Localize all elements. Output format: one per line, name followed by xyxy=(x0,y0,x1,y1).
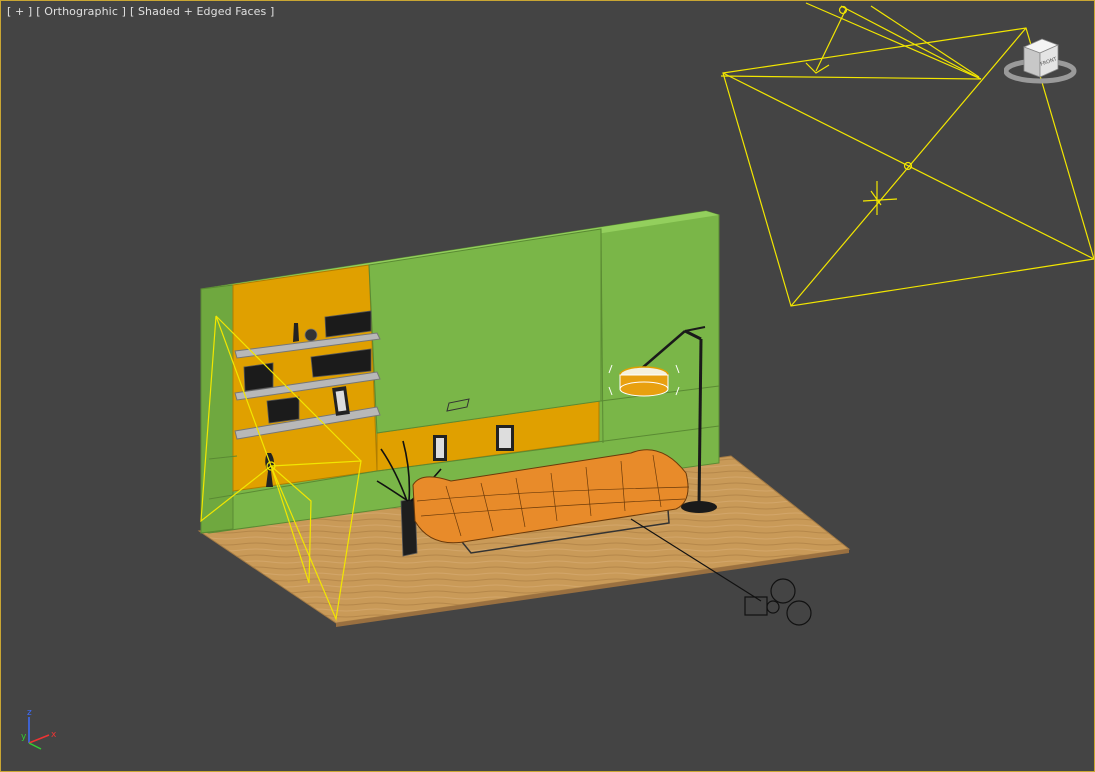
viewport-general-menu[interactable]: [ + ] xyxy=(7,5,32,18)
x-axis-line xyxy=(28,734,50,744)
axis-tripod: z x y xyxy=(21,708,57,750)
y-axis-line xyxy=(28,742,42,750)
viewport-shading-menu[interactable]: [ Shaded + Edged Faces ] xyxy=(130,5,274,18)
viewport-label-menu: [ + ] [ Orthographic ] [ Shaded + Edged … xyxy=(7,5,274,18)
z-axis-label: z xyxy=(27,708,32,718)
center-green-panel[interactable] xyxy=(368,228,602,434)
perspective-viewport[interactable]: [ + ] [ Orthographic ] [ Shaded + Edged … xyxy=(0,0,1095,772)
x-axis-label: x xyxy=(51,730,57,740)
viewcube[interactable]: FRONT xyxy=(1004,33,1084,95)
y-axis-label: y xyxy=(21,732,27,742)
viewport-point-of-view-menu[interactable]: [ Orthographic ] xyxy=(36,5,126,18)
scene-canvas[interactable] xyxy=(1,1,1095,772)
